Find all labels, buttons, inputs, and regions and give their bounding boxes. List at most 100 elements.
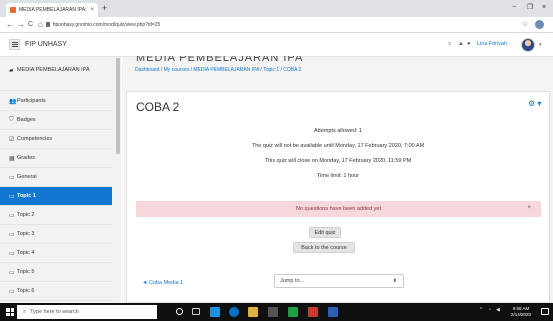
taskbar-clock[interactable]: 9:59 AM 2/14/2020 [511, 306, 531, 318]
sidebar-item-participants[interactable]: 👥 Participants [0, 92, 112, 111]
home-icon[interactable]: ⌂ [38, 20, 43, 29]
store-app-icon[interactable] [268, 307, 278, 317]
windows-start-icon[interactable] [6, 308, 14, 316]
breadcrumb-topic[interactable]: Topic 1 [263, 67, 279, 73]
task-view-icon[interactable] [192, 308, 200, 315]
star-icon[interactable]: ☆ [522, 20, 528, 29]
sidebar-item-label: Badges [17, 117, 36, 123]
wifi-icon[interactable]: ◔ [488, 307, 491, 313]
url-text: fipunhasy.gnomio.com/mod/quiz/view.php?i… [53, 21, 161, 28]
moodle-navbar: FIP UNHASY ⌕ ▲ ● Lina Fitriyah ▾ [0, 33, 553, 57]
site-name[interactable]: FIP UNHASY [25, 41, 67, 48]
powerpoint-app-icon[interactable] [308, 307, 318, 317]
sidebar-course-label: MEDIA PEMBELAJARAN IPA [17, 67, 90, 73]
folder-icon: ▭ [9, 288, 15, 295]
sidebar-item-grades[interactable]: ▦ Grades [0, 149, 112, 168]
tab-close-icon[interactable]: × [90, 7, 94, 13]
breadcrumb-dashboard[interactable]: Dashboard [135, 67, 159, 73]
reload-icon[interactable]: C [28, 20, 33, 29]
close-window-icon[interactable]: × [542, 3, 546, 13]
sidebar-item-topic-1[interactable]: ▭ Topic 1 [0, 187, 112, 206]
sidebar-item-general[interactable]: ▭ General [0, 168, 112, 187]
back-to-course-button[interactable]: Back to the course [293, 242, 355, 253]
back-icon[interactable]: ← [6, 20, 14, 29]
lock-icon [46, 22, 50, 27]
folder-icon: ▭ [9, 269, 15, 276]
taskbar-search-placeholder: Type here to search [30, 309, 79, 315]
sidebar-item-topic-3[interactable]: ▭ Topic 3 [0, 225, 112, 244]
minimize-icon[interactable]: − [512, 3, 516, 13]
windows-taskbar: ⌕ Type here to search ^ ◔ ◀ 9:59 AM 2/14… [0, 303, 553, 321]
folder-icon: ▭ [9, 193, 15, 200]
sidebar-item-label: Topic 5 [17, 269, 35, 275]
gear-icon[interactable]: ⚙ ▾ [528, 99, 541, 108]
sidebar-item-course[interactable]: ▰ MEDIA PEMBELAJARAN IPA [0, 61, 112, 91]
cortana-icon[interactable] [176, 308, 183, 315]
volume-icon[interactable]: ◀ [496, 307, 500, 313]
table-icon: ▦ [9, 155, 15, 162]
sidebar-item-competencies[interactable]: ☑ Competencies [0, 130, 112, 149]
edge-app-icon[interactable] [229, 307, 239, 317]
sidebar-item-label: Participants [17, 98, 46, 104]
close-date-text: This quiz will close on Monday, 17 Febru… [264, 158, 412, 164]
excel-app-icon[interactable] [288, 307, 298, 317]
badge-icon: ⛉ [9, 116, 14, 123]
sidebar-item-label: Topic 4 [17, 250, 35, 256]
sidebar-item-topic-2[interactable]: ▭ Topic 2 [0, 206, 112, 225]
sidebar-item-label: Topic 3 [17, 231, 35, 237]
bell-icon[interactable]: ▲ [458, 41, 464, 47]
sidebar-item-label: Competencies [17, 136, 53, 142]
notification-icon[interactable] [541, 308, 549, 315]
previous-activity-link[interactable]: ◄ Coba Media 1 [142, 280, 183, 286]
hamburger-menu-icon[interactable] [9, 39, 20, 50]
chrome-app-icon[interactable] [248, 307, 258, 317]
attempts-allowed: Attempts allowed: 1 [314, 128, 362, 134]
forward-icon[interactable]: → [17, 20, 25, 29]
breadcrumb-my-courses[interactable]: My courses [164, 67, 190, 73]
jump-to-select[interactable]: Jump to... ⬍ [274, 274, 404, 288]
user-name[interactable]: Lina Fitriyah [477, 41, 507, 47]
word-app-icon[interactable] [328, 307, 338, 317]
edit-quiz-button[interactable]: Edit quiz [309, 227, 341, 238]
sidebar-item-topic-6[interactable]: ▭ Topic 6 [0, 282, 112, 301]
address-bar: ← → C ⌂ fipunhasy.gnomio.com/mod/quiz/vi… [0, 17, 553, 33]
url-field[interactable]: fipunhasy.gnomio.com/mod/quiz/view.php?i… [46, 19, 526, 30]
sidebar-scroll-thumb[interactable] [116, 58, 120, 154]
chevron-down-icon[interactable]: ▾ [539, 42, 542, 48]
breadcrumb-current[interactable]: COBA 2 [283, 67, 301, 73]
sidebar-item-label: General [17, 174, 37, 180]
availability-text: The quiz will not be available until Mon… [251, 143, 425, 149]
alert-text: No questions have been added yet [295, 206, 381, 212]
taskbar-search-field[interactable]: ⌕ Type here to search [17, 305, 157, 319]
user-avatar[interactable] [521, 38, 535, 52]
close-icon[interactable]: × [527, 205, 531, 211]
tab-title: MEDIA PEMBELAJARAN IPA: CC [19, 7, 88, 13]
quiz-card [126, 91, 550, 303]
sidebar-item-label: Topic 6 [17, 288, 35, 294]
profile-avatar-icon[interactable] [535, 20, 544, 29]
page-title: COBA 2 [136, 100, 180, 114]
graduation-cap-icon: ▰ [9, 68, 14, 74]
check-icon: ☑ [9, 136, 15, 143]
restore-icon[interactable]: ❐ [527, 3, 533, 13]
course-sidebar: ▰ MEDIA PEMBELAJARAN IPA 👥 Participants ⛉ B… [0, 57, 121, 303]
chat-icon[interactable]: ● [467, 41, 471, 47]
folder-icon: ▭ [9, 174, 15, 181]
search-icon[interactable]: ⌕ [448, 41, 451, 48]
sidebar-item-badges[interactable]: ⛉ Badges [0, 111, 112, 130]
breadcrumb: Dashboard / My courses / MEDIA PEMBELAJA… [135, 67, 302, 73]
browser-tab[interactable]: MEDIA PEMBELAJARAN IPA: CC × [6, 3, 98, 17]
breadcrumb-course[interactable]: MEDIA PEMBELAJARAN IPA [193, 67, 259, 73]
sidebar-item-label: Topic 2 [17, 212, 35, 218]
sidebar-item-topic-5[interactable]: ▭ Topic 5 [0, 263, 112, 282]
folder-icon: ▭ [9, 231, 15, 238]
sidebar-item-topic-4[interactable]: ▭ Topic 4 [0, 244, 112, 263]
new-tab-icon[interactable]: + [102, 3, 107, 13]
no-questions-alert: No questions have been added yet × [136, 201, 541, 217]
users-icon: 👥 [9, 98, 17, 105]
tray-chevron-icon[interactable]: ^ [480, 307, 482, 313]
jump-to-label: Jump to... [280, 278, 305, 284]
sidebar-item-label: Topic 1 [17, 193, 36, 199]
explorer-app-icon[interactable] [210, 307, 220, 317]
folder-icon: ▭ [9, 212, 15, 219]
